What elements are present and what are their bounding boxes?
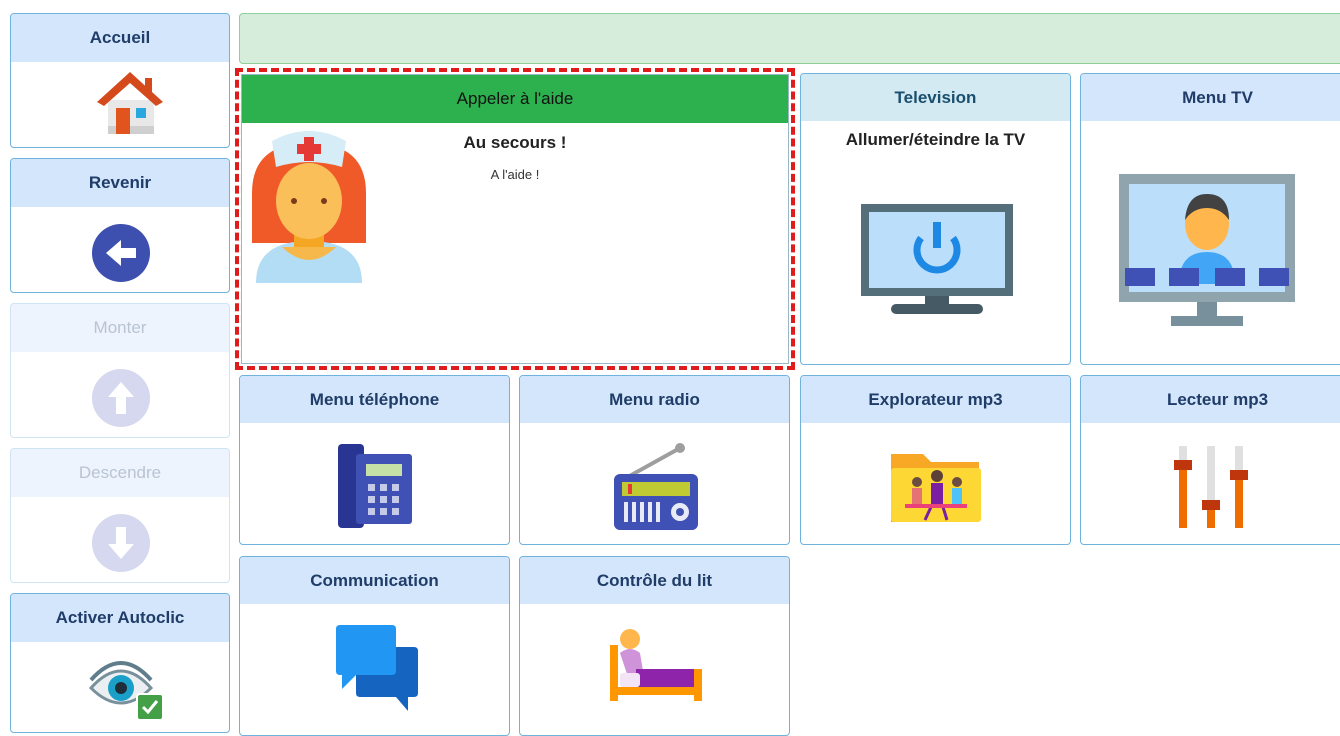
tv-person-icon xyxy=(1119,174,1295,326)
menu-telephone-button[interactable]: Menu téléphone xyxy=(239,375,510,545)
explorateur-mp3-button[interactable]: Explorateur mp3 xyxy=(800,375,1071,545)
descendre-button[interactable]: Descendre xyxy=(10,448,230,583)
lecteur-mp3-button[interactable]: Lecteur mp3 xyxy=(1080,375,1340,545)
status-bar xyxy=(239,13,1340,64)
accueil-button[interactable]: Accueil xyxy=(10,13,230,148)
monter-button[interactable]: Monter xyxy=(10,303,230,438)
communication-label: Communication xyxy=(240,557,509,604)
house-icon xyxy=(97,72,163,134)
menu-telephone-label: Menu téléphone xyxy=(240,376,509,423)
television-button[interactable]: Television Allumer/éteindre la TV xyxy=(800,73,1071,365)
arrow-down-icon xyxy=(92,514,150,572)
communication-button[interactable]: Communication xyxy=(239,556,510,736)
arrow-up-icon xyxy=(92,369,150,427)
controle-lit-button[interactable]: Contrôle du lit xyxy=(519,556,790,736)
chat-bubbles-icon xyxy=(336,625,418,711)
television-label: Television xyxy=(801,74,1070,121)
desk-phone-icon xyxy=(338,444,412,528)
music-folder-icon xyxy=(891,454,981,522)
controle-lit-label: Contrôle du lit xyxy=(520,557,789,604)
appeler-aide-button[interactable]: Appeler à l'aide Au secours ! A l'aide ! xyxy=(241,74,789,364)
monter-label: Monter xyxy=(11,304,229,352)
autoclic-label: Activer Autoclic xyxy=(11,594,229,642)
lecteur-mp3-label: Lecteur mp3 xyxy=(1081,376,1340,423)
menu-tv-label: Menu TV xyxy=(1081,74,1340,121)
tv-power-icon xyxy=(861,204,1013,314)
television-text: Allumer/éteindre la TV xyxy=(845,130,1026,149)
menu-tv-button[interactable]: Menu TV xyxy=(1080,73,1340,365)
equalizer-icon xyxy=(1174,446,1248,528)
revenir-label: Revenir xyxy=(11,159,229,207)
arrow-left-icon xyxy=(92,224,150,282)
help-selection-frame: Appeler à l'aide Au secours ! A l'aide ! xyxy=(235,68,795,370)
menu-radio-button[interactable]: Menu radio xyxy=(519,375,790,545)
accueil-label: Accueil xyxy=(11,14,229,62)
bed-icon xyxy=(610,629,702,701)
autoclic-button[interactable]: Activer Autoclic xyxy=(10,593,230,733)
revenir-button[interactable]: Revenir xyxy=(10,158,230,293)
menu-radio-label: Menu radio xyxy=(520,376,789,423)
descendre-label: Descendre xyxy=(11,449,229,497)
help-text: A l'aide ! xyxy=(490,167,540,182)
help-header: Appeler à l'aide xyxy=(242,75,788,123)
radio-icon xyxy=(614,443,698,530)
help-title: Au secours ! xyxy=(463,133,567,152)
eye-check-icon xyxy=(88,661,164,721)
explorateur-mp3-label: Explorateur mp3 xyxy=(801,376,1070,423)
